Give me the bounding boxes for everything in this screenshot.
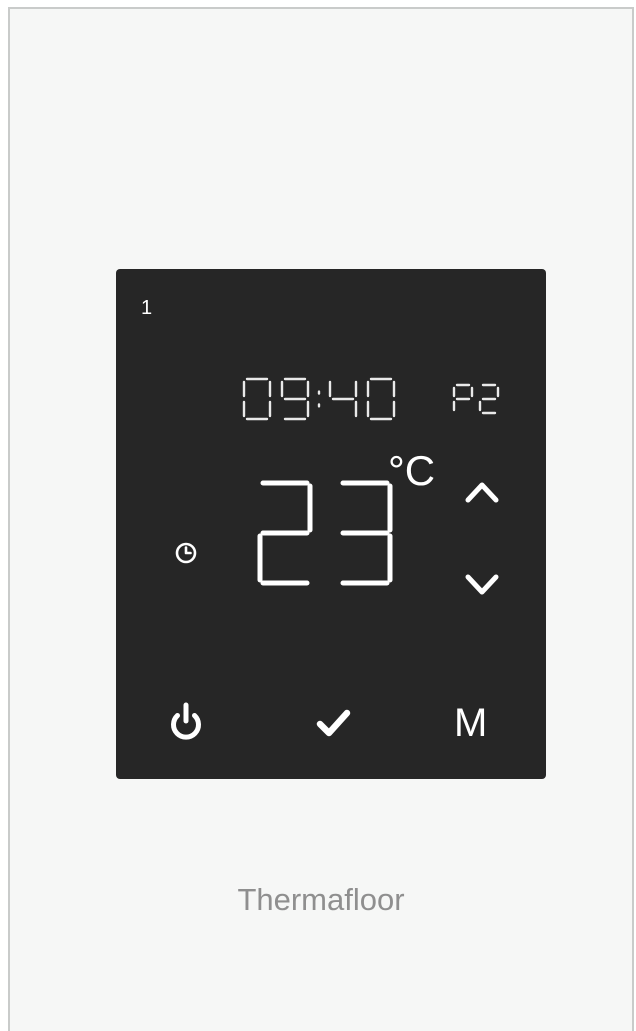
zone-number: 1 bbox=[141, 297, 153, 319]
segment-digit-0 bbox=[452, 383, 474, 412]
clock-time-display[interactable] bbox=[240, 375, 400, 423]
check-icon bbox=[316, 709, 351, 737]
segment-glyphs bbox=[452, 383, 500, 415]
program-indicator bbox=[450, 381, 506, 421]
chevron-down-icon bbox=[465, 574, 499, 595]
temperature-display bbox=[256, 479, 404, 587]
segment-digit-1 bbox=[340, 480, 393, 586]
temperature-down-button[interactable] bbox=[462, 567, 502, 603]
segment-digit-1 bbox=[478, 383, 500, 415]
clock-icon bbox=[174, 541, 198, 565]
power-button[interactable] bbox=[166, 699, 206, 743]
segment-digit-1 bbox=[280, 377, 310, 421]
temperature-unit: °C bbox=[388, 447, 436, 494]
menu-button[interactable]: M bbox=[454, 701, 487, 745]
segment-digit-3 bbox=[328, 380, 358, 418]
temperature-up-button[interactable] bbox=[462, 473, 502, 509]
segment-digit-0 bbox=[242, 377, 272, 421]
chevron-up-icon bbox=[465, 482, 499, 503]
segment-digit-0 bbox=[257, 480, 313, 586]
thermostat-device: 1 °C M Thermafloor bbox=[8, 7, 634, 1031]
brand-name: Thermafloor bbox=[237, 882, 405, 917]
segment-glyphs bbox=[242, 377, 396, 421]
segment-glyphs bbox=[257, 480, 393, 586]
confirm-button[interactable] bbox=[312, 705, 356, 741]
segment-digit-4 bbox=[366, 377, 396, 421]
power-icon bbox=[171, 702, 201, 740]
thermostat-screen: 1 °C M bbox=[116, 269, 546, 779]
